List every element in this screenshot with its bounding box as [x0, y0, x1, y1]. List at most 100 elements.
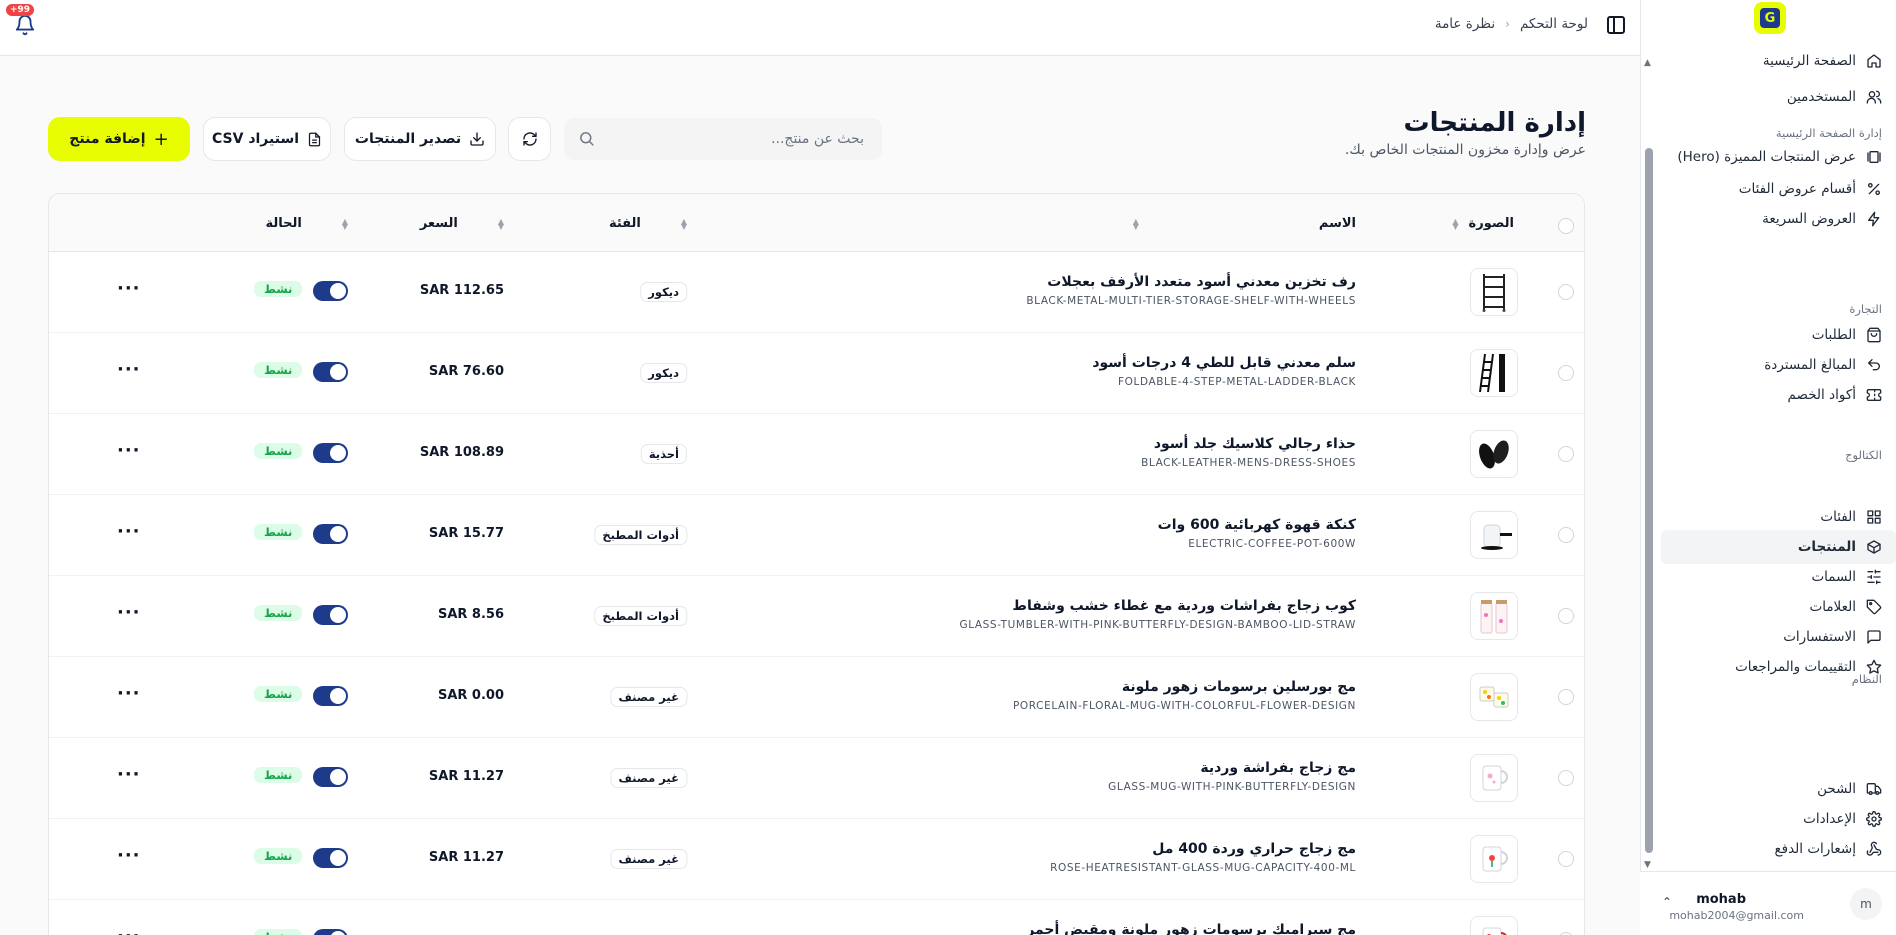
select-all-checkbox[interactable]	[1558, 218, 1574, 234]
sidebar-item[interactable]: الشحن	[1661, 772, 1896, 806]
product-name[interactable]: مج بورسلين برسومات زهور ملونة	[1122, 679, 1356, 695]
product-thumbnail[interactable]	[1470, 916, 1518, 935]
sidebar-item[interactable]: المستخدمين	[1661, 80, 1896, 114]
notifications-button[interactable]	[14, 14, 36, 36]
message-icon	[1866, 629, 1882, 645]
row-checkbox[interactable]	[1558, 446, 1574, 462]
status-toggle[interactable]	[313, 605, 348, 625]
table-row[interactable]: مج بورسلين برسومات زهور ملونة PORCELAIN-F…	[49, 657, 1584, 738]
status-toggle[interactable]	[313, 848, 348, 868]
sidebar-section-title: النظام	[1851, 672, 1882, 686]
product-price: SAR 112.65	[419, 283, 504, 298]
sidebar-toggle-icon[interactable]	[1607, 16, 1625, 34]
sidebar-item[interactable]: أقسام عروض الفئات	[1661, 172, 1896, 206]
sliders-icon	[1866, 569, 1882, 585]
sidebar-item[interactable]: العروض السريعة	[1661, 202, 1896, 236]
product-thumbnail[interactable]	[1470, 592, 1518, 640]
table-row[interactable]: حذاء رجالي كلاسيك جلد أسود BLACK-LEATHER-…	[49, 414, 1584, 495]
search-icon	[580, 132, 594, 146]
column-name[interactable]: الاسم ▲ ▼	[1133, 216, 1356, 231]
sidebar-item[interactable]: الطلبات	[1661, 318, 1896, 352]
sidebar-item-label: المنتجات	[1797, 539, 1856, 555]
sidebar-scrollbar[interactable]: ▲ ▼	[1641, 58, 1655, 870]
sidebar-item[interactable]: الاستفسارات	[1661, 620, 1896, 654]
status-toggle[interactable]	[313, 362, 348, 382]
export-products-button[interactable]: تصدير المنتجات	[344, 117, 496, 161]
category-badge: ديكور	[640, 363, 687, 383]
sidebar-item[interactable]: عرض المنتجات المميزة (Hero)	[1661, 140, 1896, 174]
table-row[interactable]: رف تخزين معدني أسود متعدد الأرفف بعجلات B…	[49, 252, 1584, 333]
row-checkbox[interactable]	[1558, 770, 1574, 786]
status-toggle[interactable]	[313, 443, 348, 463]
sidebar-item[interactable]: السمات	[1661, 560, 1896, 594]
product-thumbnail[interactable]	[1470, 835, 1518, 883]
more-actions-icon[interactable]: ···	[117, 440, 141, 461]
scroll-down-arrow-icon[interactable]: ▼	[1644, 860, 1651, 870]
column-image[interactable]: الصورة ▲ ▼	[1452, 216, 1514, 231]
product-thumbnail[interactable]	[1470, 430, 1518, 478]
refresh-button[interactable]	[508, 117, 551, 161]
table-row[interactable]: كنكة قهوة كهربائية 600 وات ELECTRIC-COFFE…	[49, 495, 1584, 576]
row-checkbox[interactable]	[1558, 689, 1574, 705]
sidebar-item[interactable]: أكواد الخصم	[1661, 378, 1896, 412]
breadcrumb: لوحة التحكم ‹ نظرة عامة	[1435, 16, 1588, 32]
table-row[interactable]: مج سيراميك برسومات زهور ملونة ومقبض أحمر…	[49, 900, 1584, 935]
table-row[interactable]: كوب زجاج بفراشات وردية مع غطاء خشب وشفاط…	[49, 576, 1584, 657]
brand-logo[interactable]: G	[1754, 2, 1786, 34]
scrollbar-thumb[interactable]	[1645, 148, 1653, 853]
sidebar-item[interactable]: المبالغ المستردة	[1661, 348, 1896, 382]
product-name[interactable]: كوب زجاج بفراشات وردية مع غطاء خشب وشفاط	[1012, 598, 1356, 614]
sidebar-section-title: إدارة الصفحة الرئيسية	[1775, 126, 1882, 140]
row-checkbox[interactable]	[1558, 527, 1574, 543]
row-checkbox[interactable]	[1558, 608, 1574, 624]
more-actions-icon[interactable]: ···	[117, 683, 141, 704]
sidebar-item[interactable]: المنتجات	[1661, 530, 1896, 564]
import-csv-button[interactable]: استيراد CSV	[203, 117, 331, 161]
status-toggle[interactable]	[313, 929, 348, 935]
product-thumbnail[interactable]	[1470, 673, 1518, 721]
row-checkbox[interactable]	[1558, 851, 1574, 867]
product-thumbnail[interactable]	[1470, 349, 1518, 397]
sidebar-item[interactable]: الإعدادات	[1661, 802, 1896, 836]
product-name[interactable]: مج سيراميك برسومات زهور ملونة ومقبض أحمر	[1026, 922, 1356, 935]
more-actions-icon[interactable]: ···	[117, 926, 141, 935]
status-toggle[interactable]	[313, 281, 348, 301]
zap-icon	[1866, 211, 1882, 227]
column-category[interactable]: ▲ ▼ الفئة	[609, 216, 687, 231]
sidebar-item[interactable]: الفئات	[1661, 500, 1896, 534]
more-actions-icon[interactable]: ···	[117, 764, 141, 785]
product-thumbnail[interactable]	[1470, 754, 1518, 802]
table-row[interactable]: مج زجاج حراري وردة 400 مل ROSE-HEATRESIST…	[49, 819, 1584, 900]
product-name[interactable]: سلم معدني قابل للطي 4 درجات أسود	[1092, 355, 1356, 371]
status-toggle[interactable]	[313, 524, 348, 544]
status-badge: نشط	[254, 929, 303, 935]
breadcrumb-dashboard[interactable]: لوحة التحكم	[1520, 16, 1588, 32]
add-product-button[interactable]: + إضافة منتج	[48, 117, 190, 161]
product-name[interactable]: رف تخزين معدني أسود متعدد الأرفف بعجلات	[1047, 274, 1356, 290]
more-actions-icon[interactable]: ···	[117, 521, 141, 542]
product-name[interactable]: مج زجاج بفراشة وردية	[1200, 760, 1356, 776]
row-checkbox[interactable]	[1558, 284, 1574, 300]
table-row[interactable]: مج زجاج بفراشة وردية GLASS-MUG-WITH-PINK-…	[49, 738, 1584, 819]
more-actions-icon[interactable]: ···	[117, 359, 141, 380]
sidebar-item[interactable]: العلامات	[1661, 590, 1896, 624]
sidebar-item[interactable]: الصفحة الرئيسية	[1661, 44, 1896, 78]
status-toggle[interactable]	[313, 767, 348, 787]
column-price[interactable]: ▲ ▼ السعر	[420, 216, 504, 231]
status-toggle[interactable]	[313, 686, 348, 706]
user-menu[interactable]: m mohab mohab2004@gmail.com ⌃	[1640, 871, 1896, 935]
more-actions-icon[interactable]: ···	[117, 602, 141, 623]
product-name[interactable]: كنكة قهوة كهربائية 600 وات	[1158, 517, 1356, 533]
product-name[interactable]: حذاء رجالي كلاسيك جلد أسود	[1154, 436, 1356, 452]
product-thumbnail[interactable]	[1470, 268, 1518, 316]
product-name[interactable]: مج زجاج حراري وردة 400 مل	[1152, 841, 1356, 857]
more-actions-icon[interactable]: ···	[117, 278, 141, 299]
search-input[interactable]	[604, 131, 864, 147]
column-status[interactable]: ▲ ▼ الحالة	[265, 216, 348, 231]
product-thumbnail[interactable]	[1470, 511, 1518, 559]
row-checkbox[interactable]	[1558, 365, 1574, 381]
more-actions-icon[interactable]: ···	[117, 845, 141, 866]
table-row[interactable]: سلم معدني قابل للطي 4 درجات أسود FOLDABLE…	[49, 333, 1584, 414]
sidebar-item[interactable]: إشعارات الدفع	[1661, 832, 1896, 866]
scroll-up-arrow-icon[interactable]: ▲	[1644, 58, 1651, 68]
